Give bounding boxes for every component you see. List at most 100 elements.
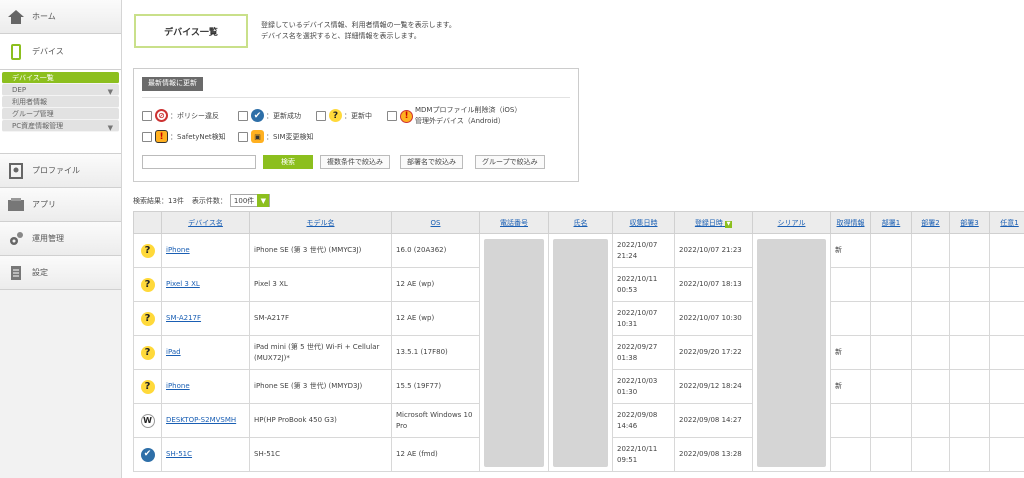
- device-link[interactable]: iPhone: [166, 246, 190, 254]
- search-button[interactable]: 検索: [263, 155, 313, 169]
- checkbox[interactable]: [142, 131, 152, 142]
- device-link[interactable]: SM-A217F: [166, 314, 201, 322]
- page-title: デバイス一覧: [134, 14, 248, 48]
- col-collected[interactable]: 収集日時: [612, 211, 675, 234]
- col-model[interactable]: モデル名: [249, 211, 392, 234]
- table-header: デバイス名 モデル名 OS 電話番号 氏名 収集日時 登録日時 ▼ シリアル 取…: [133, 211, 1024, 234]
- description-line: デバイス名を選択すると、詳細情報を表示します。: [261, 32, 421, 40]
- free1-cell: [989, 403, 1024, 438]
- checkbox[interactable]: [238, 131, 248, 142]
- alert-icon: !: [155, 130, 168, 143]
- col-free1[interactable]: 任意1: [989, 211, 1024, 234]
- registered-cell: 2022/09/12 18:24: [674, 369, 753, 404]
- dept-filter-button[interactable]: 部署名で絞込み: [400, 155, 463, 169]
- divider: [142, 97, 570, 98]
- col-registered-label: 登録日時: [694, 218, 723, 227]
- profile-icon: [8, 162, 24, 179]
- col-dept2[interactable]: 部署2: [911, 211, 950, 234]
- device-link[interactable]: iPhone: [166, 382, 190, 390]
- os-cell: 15.5 (19F77): [391, 369, 480, 404]
- filter-policy-violation[interactable]: ⊘ ：ポリシー違反: [142, 109, 219, 122]
- multi-filter-button[interactable]: 複数条件で絞込み: [320, 155, 390, 169]
- col-registered[interactable]: 登録日時 ▼: [674, 211, 753, 234]
- sidebar-item-user-info[interactable]: 利用者情報: [2, 96, 119, 108]
- checkbox[interactable]: [238, 110, 248, 121]
- sidebar-item-device-list[interactable]: デバイス一覧: [2, 72, 119, 84]
- dept1-cell: [870, 437, 912, 472]
- filter-update-success[interactable]: ✔ ：更新成功: [238, 109, 301, 122]
- filter-safetynet[interactable]: ! ：SafetyNet検知: [142, 130, 226, 143]
- search-input[interactable]: [142, 155, 256, 169]
- device-name-cell: iPad: [161, 335, 250, 370]
- filter-label: ：ポリシー違反: [170, 111, 219, 120]
- os-cell: Microsoft Windows 10 Pro: [391, 403, 480, 438]
- checkbox[interactable]: [142, 110, 152, 121]
- sidebar-item-pc-assets[interactable]: PC資産情報管理 ▼: [2, 120, 119, 132]
- nav-ops-label: 運用管理: [32, 234, 64, 243]
- sidebar-item-label: デバイス一覧: [12, 74, 54, 82]
- col-phone[interactable]: 電話番号: [479, 211, 549, 234]
- info-cell: 新: [830, 233, 871, 268]
- device-link[interactable]: SH-51C: [166, 450, 192, 458]
- dept2-cell: [911, 233, 950, 268]
- sort-icon: ▼: [725, 220, 733, 228]
- sidebar-item-dep[interactable]: DEP ▼: [2, 84, 119, 96]
- chevron-down-icon: ▼: [257, 194, 270, 207]
- nav-settings[interactable]: 設定: [0, 256, 121, 290]
- nav-app[interactable]: アプリ: [0, 188, 121, 222]
- main-content: デバイス一覧 登録しているデバイス情報、利用者情報の一覧を表示します。 デバイス…: [123, 0, 1024, 478]
- col-os[interactable]: OS: [391, 211, 480, 234]
- col-serial[interactable]: シリアル: [752, 211, 831, 234]
- nav-device[interactable]: デバイス: [0, 34, 121, 70]
- device-link[interactable]: iPad: [166, 348, 181, 356]
- result-count: 検索結果：13件: [133, 196, 184, 205]
- dept2-cell: [911, 335, 950, 370]
- col-info[interactable]: 取得情報: [830, 211, 871, 234]
- filter-mdm-removed[interactable]: ! MDMプロファイル削除済（iOS） 管理外デバイス（Android）: [387, 105, 521, 127]
- nav-home[interactable]: ホーム: [0, 0, 121, 34]
- filter-label: ：SIM変更検知: [266, 132, 314, 141]
- sidebar-item-group[interactable]: グループ管理: [2, 108, 119, 120]
- device-link[interactable]: Pixel 3 XL: [166, 280, 200, 288]
- os-cell: 13.5.1 (17F80): [391, 335, 480, 370]
- filter-panel: 最新情報に更新 ⊘ ：ポリシー違反 ✔ ：更新成功 ? ：更新中 ! MDMプロ…: [133, 68, 579, 182]
- device-link[interactable]: DESKTOP-S2MVSMH: [166, 416, 236, 424]
- col-dept1[interactable]: 部署1: [870, 211, 912, 234]
- dept3-cell: [949, 267, 990, 302]
- checkbox[interactable]: [387, 111, 397, 121]
- device-name-cell: SH-51C: [161, 437, 250, 472]
- phone-cell: [479, 233, 549, 472]
- filter-sim-change[interactable]: ▣ ：SIM変更検知: [238, 130, 314, 143]
- col-name[interactable]: 氏名: [548, 211, 613, 234]
- col-dept3[interactable]: 部署3: [949, 211, 990, 234]
- mdm-line1: MDMプロファイル削除済（iOS）: [415, 106, 522, 114]
- filter-updating[interactable]: ? ：更新中: [316, 109, 372, 122]
- name-cell: [548, 233, 613, 472]
- device-name-cell: iPhone: [161, 233, 250, 268]
- dept1-cell: [870, 267, 912, 302]
- nav-ops[interactable]: 運用管理: [0, 222, 121, 256]
- refresh-button[interactable]: 最新情報に更新: [142, 77, 203, 91]
- info-cell: 新: [830, 335, 871, 370]
- info-cell: [830, 267, 871, 302]
- dept2-cell: [911, 403, 950, 438]
- registered-cell: 2022/10/07 10:30: [674, 301, 753, 336]
- device-name-cell: DESKTOP-S2MVSMH: [161, 403, 250, 438]
- group-filter-button[interactable]: グループで絞込み: [475, 155, 545, 169]
- perpage-select[interactable]: 100件 ▼: [229, 194, 271, 207]
- nav-profile[interactable]: プロファイル: [0, 154, 121, 188]
- col-device-name[interactable]: デバイス名: [161, 211, 250, 234]
- warning-icon: !: [400, 109, 413, 123]
- dept3-cell: [949, 233, 990, 268]
- model-cell: HP(HP ProBook 450 G3): [249, 403, 392, 438]
- checkbox[interactable]: [316, 110, 326, 121]
- info-cell: [830, 403, 871, 438]
- status-cell: W: [133, 403, 162, 438]
- check-icon: ✔: [251, 109, 264, 122]
- model-cell: SH-51C: [249, 437, 392, 472]
- filter-label: ：SafetyNet検知: [170, 132, 226, 141]
- registered-cell: 2022/09/20 17:22: [674, 335, 753, 370]
- question-icon: ?: [140, 379, 155, 394]
- description-line: 登録しているデバイス情報、利用者情報の一覧を表示します。: [261, 21, 456, 29]
- free1-cell: [989, 233, 1024, 268]
